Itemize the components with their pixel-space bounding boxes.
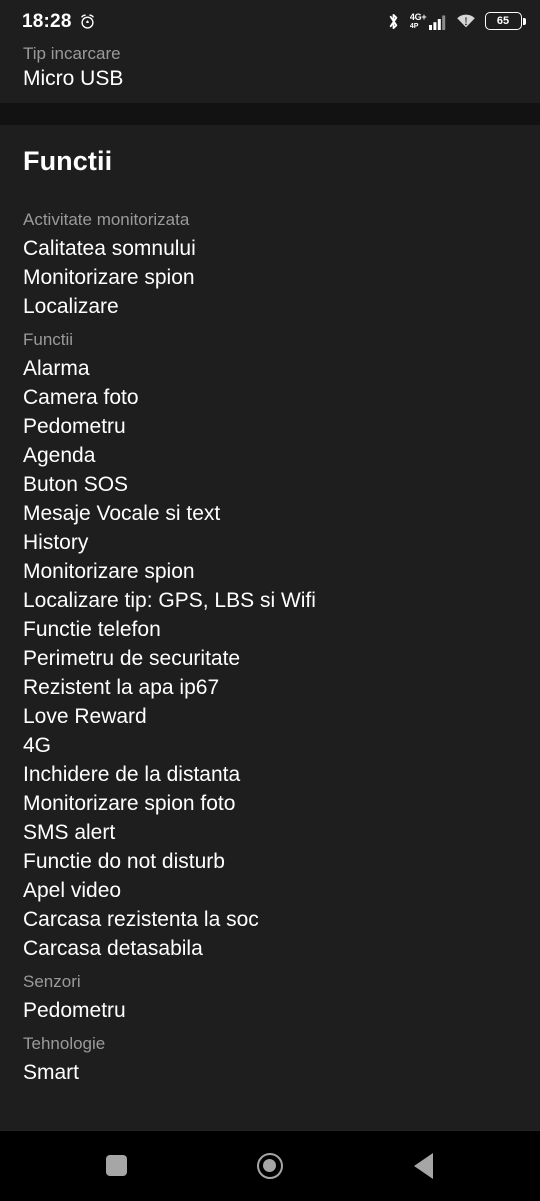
list-item[interactable]: Buton SOS: [23, 470, 517, 499]
status-bar-left: 18:28: [22, 12, 96, 31]
functions-card: Functii Activitate monitorizata Calitate…: [0, 125, 540, 1101]
charging-type-card: Tip incarcare Micro USB: [0, 42, 540, 103]
triangle-back-icon: [413, 1152, 433, 1179]
square-recents-icon: [106, 1155, 128, 1176]
page-title: Functii: [23, 146, 113, 176]
list-item[interactable]: 4G: [23, 731, 517, 760]
list-item[interactable]: Localizare: [23, 292, 517, 321]
battery-percent-label: 65: [496, 14, 510, 27]
list-item[interactable]: Carcasa detasabila: [23, 934, 517, 963]
wifi-warning-icon: [456, 13, 476, 29]
charging-type-label: Tip incarcare: [23, 44, 121, 63]
list-item[interactable]: Inchidere de la distanta: [23, 760, 517, 789]
status-bar-right: 4G+ 4P 65: [386, 12, 526, 31]
list-item[interactable]: Calitatea somnului: [23, 234, 517, 263]
list-item[interactable]: Functie telefon: [23, 615, 517, 644]
list-item[interactable]: Love Reward: [23, 702, 517, 731]
list-item[interactable]: Monitorizare spion: [23, 557, 517, 586]
charging-type-label-row: Tip incarcare: [23, 42, 517, 64]
circle-home-icon: [256, 1152, 283, 1179]
list-item[interactable]: Monitorizare spion: [23, 263, 517, 292]
list-item[interactable]: Alarma: [23, 354, 517, 383]
list-item[interactable]: History: [23, 528, 517, 557]
list-item[interactable]: Carcasa rezistenta la soc: [23, 905, 517, 934]
card-divider: [0, 103, 540, 125]
list-item[interactable]: Pedometru: [23, 996, 517, 1025]
network-type-label: 4G+: [409, 11, 427, 22]
alarm-clock-icon: [79, 13, 96, 30]
group-label: Tehnologie: [23, 1034, 106, 1053]
status-bar: 18:28 4G+ 4P 65: [0, 0, 540, 42]
group-tehnologie: Tehnologie Smart: [23, 1031, 517, 1087]
list-item[interactable]: SMS alert: [23, 818, 517, 847]
back-button[interactable]: [383, 1131, 463, 1201]
list-item[interactable]: Apel video: [23, 876, 517, 905]
list-item[interactable]: Mesaje Vocale si text: [23, 499, 517, 528]
list-item[interactable]: Perimetru de securitate: [23, 644, 517, 673]
status-bar-clock: 18:28: [22, 10, 72, 32]
list-item[interactable]: Localizare tip: GPS, LBS si Wifi: [23, 586, 517, 615]
list-item[interactable]: Pedometru: [23, 412, 517, 441]
phone-screen: 18:28 4G+ 4P 65 Tip incarcare Micro USB …: [0, 0, 540, 1200]
group-label: Functii: [23, 330, 74, 349]
group-senzori: Senzori Pedometru: [23, 969, 517, 1025]
list-item[interactable]: Agenda: [23, 441, 517, 470]
list-item[interactable]: Rezistent la apa ip67: [23, 673, 517, 702]
battery-icon: 65: [484, 12, 526, 30]
android-navigation-bar: [0, 1130, 540, 1200]
group-label: Activitate monitorizata: [23, 210, 190, 229]
cellular-signal-icon: 4G+ 4P: [409, 11, 447, 30]
list-item[interactable]: Monitorizare spion foto: [23, 789, 517, 818]
charging-type-value[interactable]: Micro USB: [23, 64, 517, 93]
group-label: Senzori: [23, 972, 81, 991]
list-item[interactable]: Camera foto: [23, 383, 517, 412]
bluetooth-icon: [386, 12, 401, 31]
list-item[interactable]: Smart: [23, 1058, 517, 1087]
list-item[interactable]: Functie do not disturb: [23, 847, 517, 876]
home-button[interactable]: [230, 1131, 310, 1201]
settings-scroll-content[interactable]: Tip incarcare Micro USB Functii Activita…: [0, 42, 540, 1130]
recents-button[interactable]: [77, 1131, 157, 1201]
group-activitate-monitorizata: Activitate monitorizata Calitatea somnul…: [23, 207, 517, 321]
group-functii: Functii Alarma Camera foto Pedometru Age…: [23, 327, 517, 963]
network-sub-label: 4P: [409, 22, 419, 30]
